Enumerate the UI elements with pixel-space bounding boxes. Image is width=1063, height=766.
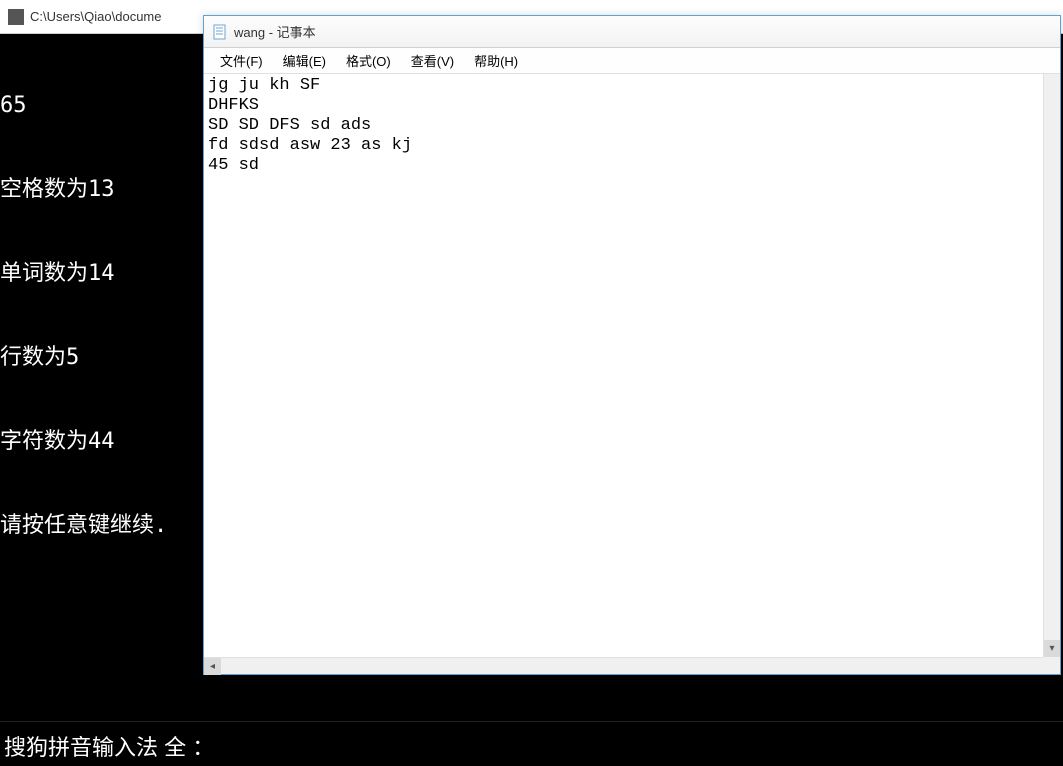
- console-title-text: C:\Users\Qiao\docume: [30, 9, 162, 24]
- scroll-down-icon[interactable]: ▾: [1044, 640, 1061, 657]
- notepad-titlebar[interactable]: wang - 记事本: [204, 16, 1060, 48]
- menu-help[interactable]: 帮助(H): [464, 49, 528, 72]
- scroll-left-icon[interactable]: ◂: [204, 658, 221, 675]
- ime-status-text: 搜狗拼音输入法 全 ：: [4, 735, 214, 760]
- menu-view[interactable]: 查看(V): [401, 49, 464, 72]
- notepad-title-text: wang - 记事本: [234, 22, 316, 41]
- notepad-bottom-scroll-row: ◂: [204, 657, 1060, 674]
- vertical-scrollbar[interactable]: ▾: [1043, 74, 1060, 657]
- horizontal-scrollbar[interactable]: ◂: [204, 657, 1060, 674]
- scrollbar-corner: [1043, 657, 1060, 674]
- menu-edit[interactable]: 编辑(E): [273, 49, 336, 72]
- notepad-text-area[interactable]: jg ju kh SF DHFKS SD SD DFS sd ads fd sd…: [204, 74, 1043, 657]
- notepad-window: wang - 记事本 文件(F) 编辑(E) 格式(O) 查看(V) 帮助(H)…: [203, 15, 1061, 675]
- notepad-menubar: 文件(F) 编辑(E) 格式(O) 查看(V) 帮助(H): [204, 48, 1060, 74]
- ime-status-bar: 搜狗拼音输入法 全 ：: [0, 721, 1063, 766]
- notepad-content-area: jg ju kh SF DHFKS SD SD DFS sd ads fd sd…: [204, 74, 1060, 657]
- menu-format[interactable]: 格式(O): [336, 49, 401, 72]
- console-app-icon: [8, 9, 24, 25]
- menu-file[interactable]: 文件(F): [210, 49, 273, 72]
- notepad-app-icon: [212, 24, 228, 40]
